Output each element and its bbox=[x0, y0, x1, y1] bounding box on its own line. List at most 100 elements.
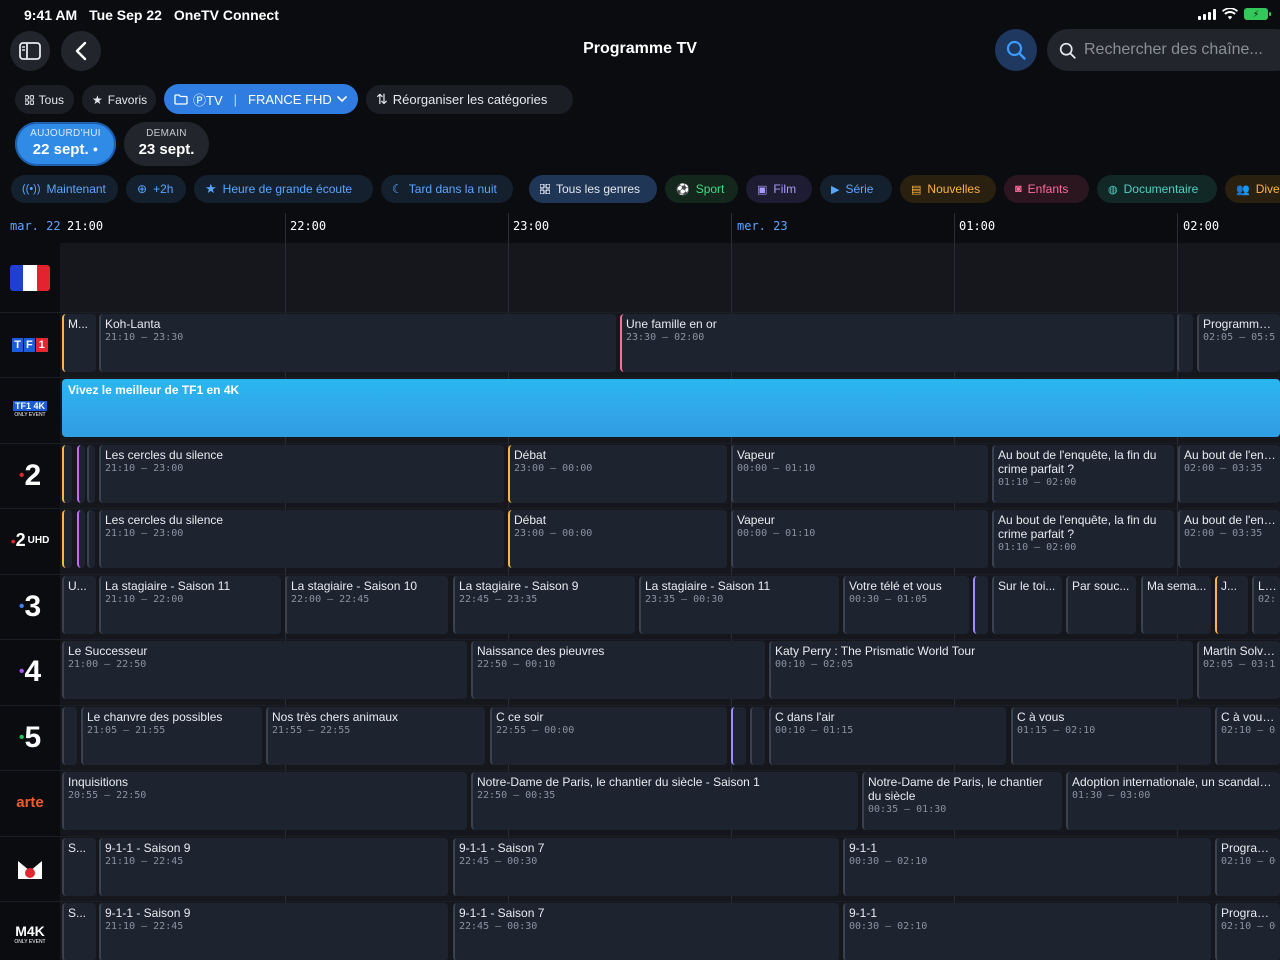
program-cell[interactable]: Le chanvre des possibles 21:05 – 21:55 bbox=[81, 707, 262, 765]
channel-logo-france3[interactable]: • 3 bbox=[0, 574, 60, 639]
program-cell[interactable]: La stagiaire - Saison 11 23:35 – 00:30 bbox=[639, 576, 839, 634]
filter-plus2h-button[interactable]: ⊕ +2h bbox=[126, 175, 186, 203]
program-cell[interactable]: Les cercles du silence 21:10 – 23:00 bbox=[99, 510, 504, 568]
program-cell[interactable]: Martin Solveig 02:05 – 03:10 bbox=[1197, 641, 1280, 699]
program-cell[interactable]: S... bbox=[62, 838, 96, 896]
genre-news-button[interactable]: ▤ Nouvelles bbox=[900, 175, 996, 203]
program-cell-featured[interactable]: Vivez le meilleur de TF1 en 4K bbox=[62, 379, 1280, 437]
genre-series-button[interactable]: ▶ Série bbox=[820, 175, 892, 203]
search-input[interactable] bbox=[1084, 41, 1280, 59]
program-cell[interactable]: J... bbox=[1215, 576, 1248, 634]
program-cell[interactable] bbox=[62, 445, 72, 503]
program-cell[interactable]: Au bout de l'enqu 02:00 – 03:35 bbox=[1178, 510, 1280, 568]
filter-prime-time-button[interactable]: ★ Heure de grande écoute bbox=[194, 175, 373, 203]
program-cell[interactable]: Votre télé et vous 00:30 – 01:05 bbox=[843, 576, 969, 634]
program-cell[interactable]: Nos très chers animaux 21:55 – 22:55 bbox=[266, 707, 485, 765]
category-source-dropdown[interactable]: ⓅTV | FRANCE FHD bbox=[164, 84, 358, 114]
program-cell[interactable]: Notre-Dame de Paris, le chantier du sièc… bbox=[471, 772, 858, 830]
program-title: Une famille en or bbox=[626, 317, 717, 331]
channel-logo-france2-uhd[interactable]: • 2 UHD bbox=[0, 508, 60, 573]
program-cell[interactable]: C ce soir 22:55 – 00:00 bbox=[490, 707, 727, 765]
program-cell[interactable]: M... bbox=[62, 314, 96, 372]
program-cell[interactable]: Au bout de l'enquête, la fin du crime pa… bbox=[992, 510, 1174, 568]
program-cell[interactable]: 9-1-1 - Saison 9 21:10 – 22:45 bbox=[99, 838, 448, 896]
program-cell[interactable]: 9-1-1 00:30 – 02:10 bbox=[843, 838, 1211, 896]
program-cell[interactable]: Katy Perry : The Prismatic World Tour 00:… bbox=[769, 641, 1193, 699]
program-cell[interactable]: C à vous 01:15 – 02:10 bbox=[1011, 707, 1211, 765]
genre-sport-button[interactable]: ⚽ Sport bbox=[665, 175, 738, 203]
genre-all-button[interactable]: Tous les genres bbox=[529, 175, 657, 203]
search-field[interactable] bbox=[1047, 29, 1280, 71]
program-cell[interactable]: Adoption internationale, un scandale p 01… bbox=[1066, 772, 1280, 830]
program-cell[interactable]: Vapeur 00:00 – 01:10 bbox=[731, 445, 988, 503]
channel-logo-m6-4k[interactable]: M4K ONLY EVENT bbox=[0, 901, 60, 960]
program-cell[interactable]: Par souc... bbox=[1066, 576, 1136, 634]
filter-now-button[interactable]: ((•)) Maintenant bbox=[11, 175, 118, 203]
program-cell[interactable]: Débat 23:00 – 00:00 bbox=[508, 510, 727, 568]
program-cell[interactable] bbox=[87, 510, 95, 568]
program-cell[interactable] bbox=[62, 707, 77, 765]
program-cell[interactable] bbox=[62, 510, 72, 568]
program-cell[interactable]: Inquisitions 20:55 – 22:50 bbox=[62, 772, 467, 830]
reorder-categories-button[interactable]: ⇅ Réorganiser les catégories bbox=[366, 85, 573, 114]
m6-4k-logo-icon: M4K bbox=[15, 922, 45, 939]
program-cell[interactable]: Au bout de l'enqu 02:00 – 03:35 bbox=[1178, 445, 1280, 503]
program-cell[interactable]: C à vous la02:10 – 03:1 bbox=[1215, 707, 1280, 765]
day-tomorrow-button[interactable]: DEMAIN 23 sept. bbox=[124, 122, 209, 166]
program-cell[interactable] bbox=[973, 576, 988, 634]
sidebar-toggle-button[interactable] bbox=[10, 31, 50, 71]
program-cell[interactable]: Les cercles du silence 21:10 – 23:00 bbox=[99, 445, 504, 503]
program-title: Naissance des pieuvres bbox=[477, 644, 605, 658]
program-cell[interactable]: Notre-Dame de Paris, le chantier du sièc… bbox=[862, 772, 1062, 830]
program-cell[interactable]: S... bbox=[62, 903, 96, 960]
channel-logo-france4[interactable]: • 4 bbox=[0, 639, 60, 704]
program-cell[interactable]: La stagiaire - Saison 9 22:45 – 23:35 bbox=[453, 576, 635, 634]
program-cell[interactable]: Au bout de l'enquête, la fin du crime pa… bbox=[992, 445, 1174, 503]
genre-diverse-button[interactable]: 👥 Dive bbox=[1225, 175, 1280, 203]
channel-logo-tf1[interactable]: T F 1 bbox=[0, 312, 60, 377]
genre-documentary-button[interactable]: ◍ Documentaire bbox=[1097, 175, 1217, 203]
genre-kids-button[interactable]: ◙ Enfants bbox=[1004, 175, 1089, 203]
program-cell[interactable]: Vapeur 00:00 – 01:10 bbox=[731, 510, 988, 568]
category-favorites-button[interactable]: ★ Favoris bbox=[82, 85, 156, 114]
back-button[interactable] bbox=[61, 31, 101, 71]
filter-late-night-button[interactable]: ☾ Tard dans la nuit bbox=[381, 175, 513, 203]
program-cell[interactable] bbox=[1177, 314, 1193, 372]
channel-logo-m6[interactable] bbox=[0, 836, 60, 901]
day-today-button[interactable]: AUJOURD'HUI 22 sept. ● bbox=[15, 122, 116, 166]
program-cell[interactable]: Naissance des pieuvres 22:50 – 00:10 bbox=[471, 641, 765, 699]
program-title: 9-1-1 bbox=[849, 906, 878, 920]
program-cell[interactable] bbox=[77, 510, 85, 568]
program-cell[interactable] bbox=[77, 445, 85, 503]
program-title: Notre-Dame de Paris, le chantier du sièc… bbox=[477, 775, 760, 789]
program-cell[interactable] bbox=[731, 707, 746, 765]
program-cell[interactable]: Le Successeur 21:00 – 22:50 bbox=[62, 641, 467, 699]
channel-logo-france2[interactable]: • 2 bbox=[0, 443, 60, 508]
program-cell[interactable]: 9-1-1 - Saison 9 21:10 – 22:45 bbox=[99, 903, 448, 960]
program-cell[interactable] bbox=[750, 707, 765, 765]
program-cell[interactable] bbox=[87, 445, 95, 503]
program-cell[interactable]: Ma sema... bbox=[1141, 576, 1211, 634]
channel-logo-france5[interactable]: • 5 bbox=[0, 705, 60, 770]
program-cell[interactable]: Programme02:10 – 06:0 bbox=[1215, 838, 1280, 896]
program-cell[interactable]: La c02:2 bbox=[1252, 576, 1280, 634]
search-button[interactable] bbox=[995, 29, 1037, 71]
channel-logo-arte[interactable]: arte bbox=[0, 770, 60, 835]
program-cell[interactable]: 9-1-1 - Saison 7 22:45 – 00:30 bbox=[453, 903, 839, 960]
program-cell[interactable]: La stagiaire - Saison 10 22:00 – 22:45 bbox=[285, 576, 448, 634]
program-cell[interactable]: Débat 23:00 – 00:00 bbox=[508, 445, 727, 503]
program-cell[interactable]: Programmes c 02:05 – 05:50 bbox=[1197, 314, 1280, 372]
program-cell[interactable]: La stagiaire - Saison 11 21:10 – 22:00 bbox=[99, 576, 281, 634]
program-cell[interactable]: 9-1-1 - Saison 7 22:45 – 00:30 bbox=[453, 838, 839, 896]
program-cell[interactable]: Sur le toi... bbox=[992, 576, 1062, 634]
program-cell[interactable]: Koh-Lanta 21:10 – 23:30 bbox=[99, 314, 616, 372]
program-cell[interactable]: C dans l'air 00:10 – 01:15 bbox=[769, 707, 1006, 765]
program-cell[interactable]: Programme02:10 – 06:0 bbox=[1215, 903, 1280, 960]
program-cell[interactable]: U... bbox=[62, 576, 96, 634]
category-all-button[interactable]: Tous bbox=[15, 85, 74, 114]
program-cell[interactable]: Une famille en or 23:30 – 02:00 bbox=[620, 314, 1174, 372]
genre-film-button[interactable]: ▣ Film bbox=[746, 175, 812, 203]
program-cell[interactable]: 9-1-1 00:30 – 02:10 bbox=[843, 903, 1211, 960]
channel-logo-france[interactable] bbox=[0, 245, 60, 310]
channel-logo-tf1-4k[interactable]: TF1 4K ONLY EVENT bbox=[0, 377, 60, 442]
